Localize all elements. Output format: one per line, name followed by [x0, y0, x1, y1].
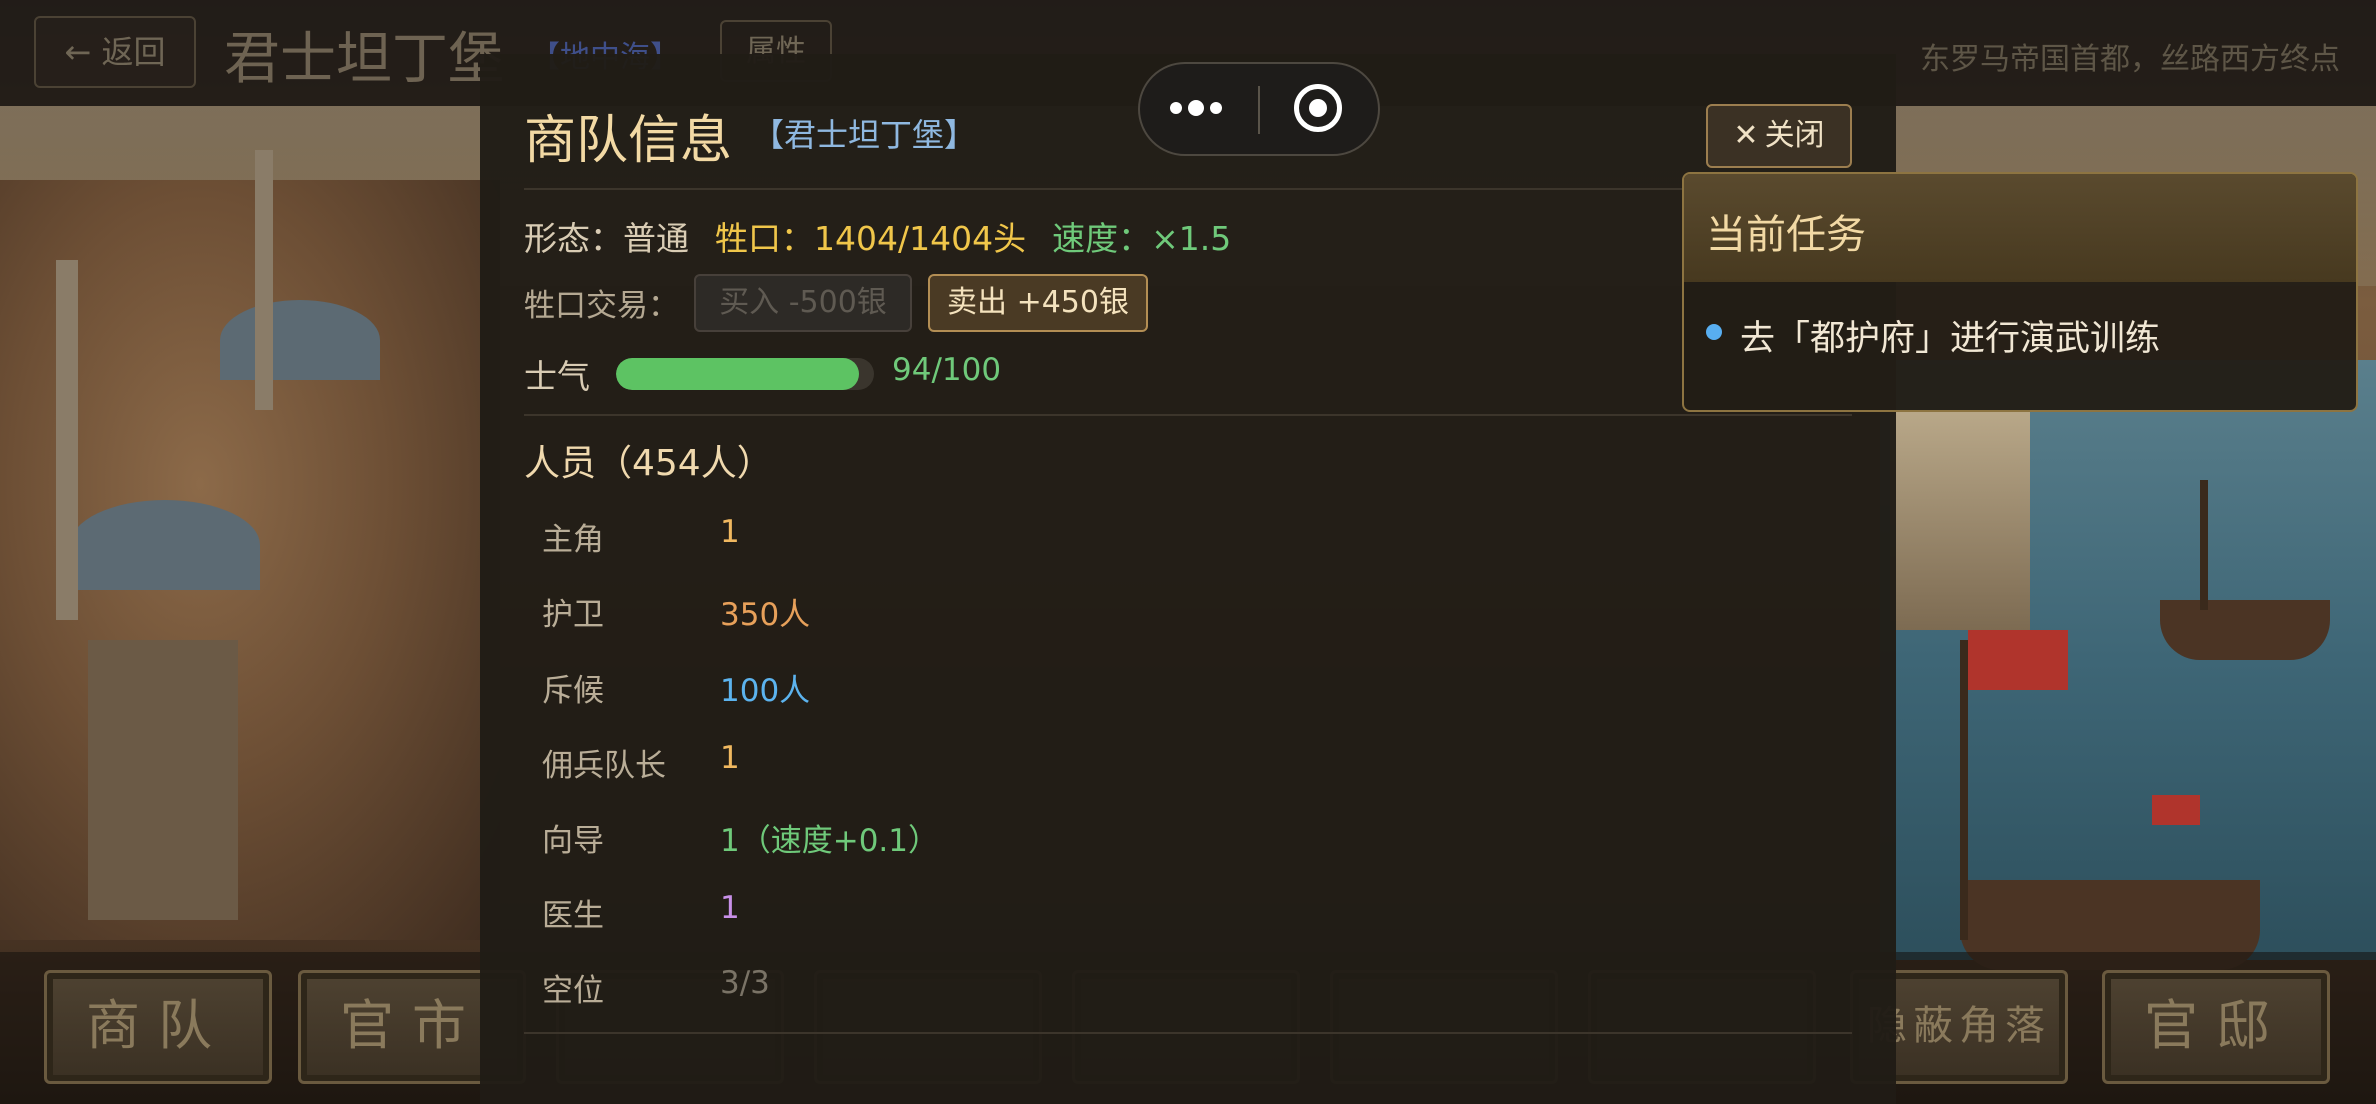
mast-illustration	[2200, 480, 2208, 610]
miniprogram-capsule	[1138, 62, 1380, 156]
flag-illustration	[2152, 795, 2200, 825]
more-dots-icon[interactable]	[1170, 86, 1230, 132]
capsule-divider	[1258, 86, 1260, 134]
minaret-illustration	[255, 150, 273, 410]
flag-illustration	[1968, 630, 2068, 690]
buy-livestock-button[interactable]: 买入 -500银	[694, 274, 912, 332]
divider	[524, 1032, 1852, 1034]
modal-subtitle: 【君士坦丁堡】	[752, 116, 977, 154]
fortress-tower-illustration	[88, 640, 238, 920]
task-item[interactable]: 去「都护府」进行演武训练	[1740, 310, 2160, 361]
morale-value: 94/100	[892, 352, 1002, 388]
close-button[interactable]: ✕ 关闭	[1706, 104, 1852, 168]
dome-illustration	[70, 500, 260, 590]
city-title: 君士坦丁堡	[224, 27, 504, 92]
personnel-count: 1	[720, 514, 740, 550]
livestock-count: 牲口：1404/1404头	[715, 219, 1027, 258]
city-description: 东罗马帝国首都，丝路西方终点	[1920, 42, 2340, 77]
back-button[interactable]: ← 返回	[34, 16, 196, 88]
bullet-dot-icon	[1706, 324, 1722, 340]
personnel-count: 1（速度+0.1）	[720, 823, 939, 859]
personnel-role: 护卫	[542, 597, 604, 633]
divider	[524, 188, 1852, 190]
morale-label: 士气	[524, 357, 590, 396]
sell-livestock-button[interactable]: 卖出 +450银	[928, 274, 1148, 332]
form-label: 形态：	[524, 219, 623, 258]
personnel-title: 人员（454人）	[524, 443, 773, 484]
modal-title: 商队信息	[524, 111, 733, 171]
nav-plaque-caravan[interactable]: 商队	[44, 970, 272, 1084]
personnel-role: 向导	[542, 823, 604, 859]
speed-value: 速度：×1.5	[1052, 219, 1232, 258]
dome-illustration	[220, 300, 380, 380]
personnel-role: 斥候	[542, 673, 604, 709]
record-target-icon[interactable]	[1294, 84, 1342, 132]
minaret-illustration	[56, 260, 78, 620]
divider	[524, 414, 1852, 416]
form-value: 普通	[623, 219, 689, 258]
task-panel-title: 当前任务	[1706, 212, 1866, 258]
personnel-role: 佣兵队长	[542, 748, 666, 784]
status-row: 形态：普通 牲口：1404/1404头 速度：×1.5	[524, 212, 1231, 260]
personnel-role: 医生	[542, 898, 604, 934]
personnel-count: 100人	[720, 673, 811, 709]
close-icon: ✕	[1733, 118, 1759, 153]
morale-bar	[616, 358, 874, 390]
mast-illustration	[1960, 640, 1968, 940]
ship-illustration	[2160, 600, 2330, 660]
personnel-role: 主角	[542, 522, 604, 558]
personnel-count: 1	[720, 890, 740, 926]
personnel-count: 1	[720, 740, 740, 776]
current-task-panel: 当前任务 去「都护府」进行演武训练	[1682, 172, 2358, 412]
morale-bar-fill	[616, 358, 859, 390]
close-label: 关闭	[1764, 118, 1825, 153]
trade-label: 牲口交易：	[524, 288, 679, 324]
personnel-count: 3/3	[720, 965, 770, 1001]
city-illustration-right	[1890, 410, 2030, 630]
personnel-role: 空位	[542, 973, 604, 1009]
nav-plaque-mansion[interactable]: 官邸	[2102, 970, 2330, 1084]
personnel-count: 350人	[720, 597, 811, 633]
